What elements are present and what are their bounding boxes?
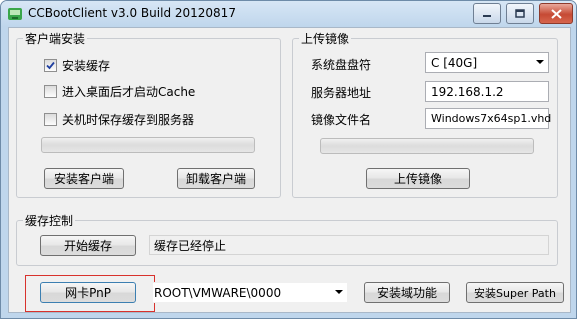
system-disk-select[interactable]: C [40G] [425, 52, 549, 73]
title-bar[interactable]: CCBootClient v3.0 Build 20120817 [1, 1, 576, 27]
client-area: 客户端安装 安装缓存 进入桌面后才启动Cache 关机时保存缓存到服务器 安装客… [8, 27, 571, 313]
server-address-input[interactable]: 192.168.1.2 [425, 81, 549, 102]
uninstall-client-button[interactable]: 卸载客户端 [177, 168, 255, 189]
app-window: CCBootClient v3.0 Build 20120817 客户端安装 安… [0, 0, 577, 319]
upload-image-button[interactable]: 上传镜像 [366, 168, 470, 189]
system-disk-value: C [40G] [431, 55, 478, 70]
upload-image-group: 上传镜像 系统盘盘符 C [40G] 服务器地址 192.168.1.2 镜像文… [292, 30, 558, 198]
device-select[interactable]: ROOT\VMWARE\0000 [152, 282, 348, 303]
image-filename-label: 镜像文件名 [311, 113, 372, 127]
minimize-icon [483, 14, 491, 17]
install-domain-button[interactable]: 安装域功能 [364, 282, 450, 303]
start-cache-button[interactable]: 开始缓存 [40, 235, 136, 256]
maximize-button[interactable] [506, 3, 534, 24]
client-install-group-title: 客户端安装 [23, 30, 88, 47]
install-progress-bar [41, 137, 255, 153]
install-client-button[interactable]: 安装客户端 [44, 168, 124, 189]
close-button[interactable] [539, 3, 573, 24]
checkbox-start-cache-after-desktop[interactable]: 进入桌面后才启动Cache [44, 83, 195, 100]
dropdown-arrow-icon[interactable] [531, 53, 548, 72]
checkmark-icon [46, 61, 55, 70]
image-filename-input[interactable]: Windows7x64sp1.vhd [425, 108, 551, 129]
checkbox-label: 安装缓存 [62, 59, 111, 73]
device-select-value: ROOT\VMWARE\0000 [154, 285, 282, 300]
upload-progress-bar [320, 138, 534, 154]
dropdown-arrow-icon[interactable] [330, 283, 347, 302]
checkbox-install-cache[interactable]: 安装缓存 [44, 57, 110, 74]
upload-image-group-title: 上传镜像 [299, 30, 352, 47]
maximize-icon [515, 9, 525, 18]
checkbox-box[interactable] [44, 59, 57, 72]
cache-status-text: 缓存已经停止 [149, 235, 549, 255]
install-super-path-button[interactable]: 安装Super Path [466, 282, 564, 303]
server-address-label: 服务器地址 [311, 86, 372, 100]
checkbox-box[interactable] [44, 113, 57, 126]
system-disk-label: 系统盘盘符 [311, 58, 372, 72]
checkbox-label: 关机时保存缓存到服务器 [62, 113, 195, 127]
nic-pnp-button[interactable]: 网卡PnP [40, 282, 136, 303]
close-icon [550, 8, 562, 19]
cache-control-group-title: 缓存控制 [23, 212, 76, 229]
cache-control-group: 缓存控制 开始缓存 缓存已经停止 [16, 212, 558, 266]
checkbox-box[interactable] [44, 85, 57, 98]
window-title: CCBootClient v3.0 Build 20120817 [28, 6, 236, 20]
minimize-button[interactable] [473, 3, 501, 24]
checkbox-label: 进入桌面后才启动Cache [62, 85, 196, 99]
app-icon [8, 8, 22, 20]
client-install-group: 客户端安装 安装缓存 进入桌面后才启动Cache 关机时保存缓存到服务器 安装客… [16, 30, 281, 198]
checkbox-save-cache-on-shutdown[interactable]: 关机时保存缓存到服务器 [44, 111, 194, 128]
